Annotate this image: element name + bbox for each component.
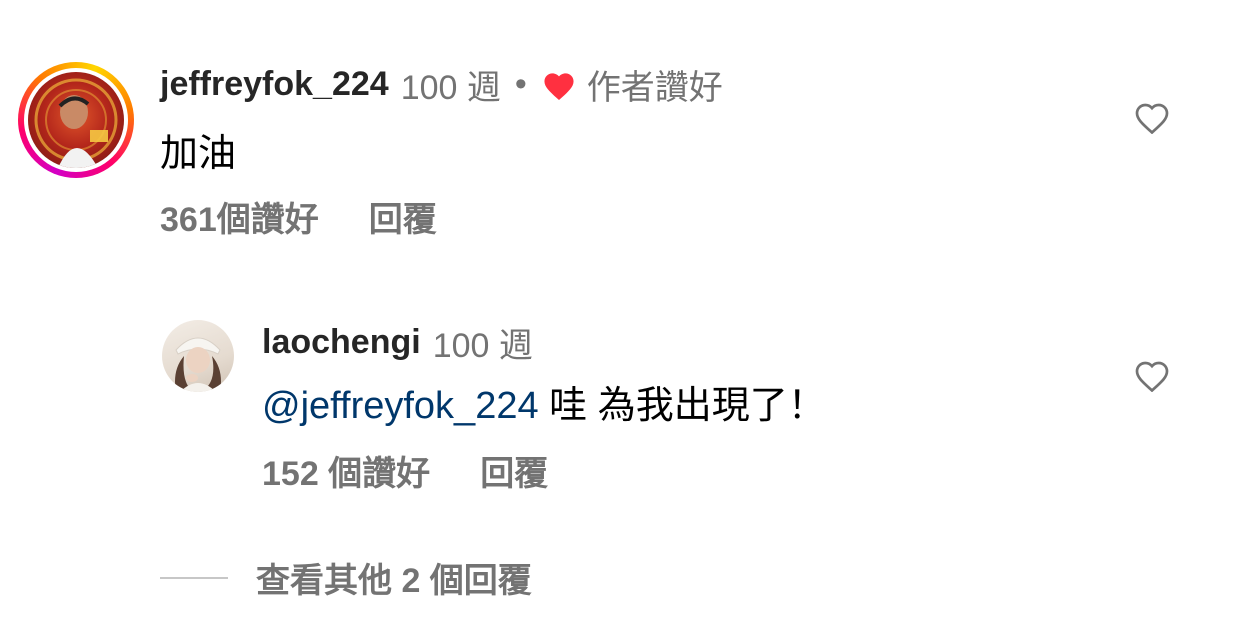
comment-actions: 361個讚好 回覆 bbox=[160, 192, 437, 241]
heart-outline-icon[interactable] bbox=[1132, 355, 1172, 395]
comments-thread: jeffreyfok_224 100 週 • 作者讚好 加油 361個讚好 回覆 bbox=[0, 0, 1242, 640]
reply-text-body: 哇 為我出現了！ bbox=[538, 385, 826, 427]
comment-username[interactable]: jeffreyfok_224 bbox=[160, 65, 389, 104]
reply-username[interactable]: laochengi bbox=[262, 323, 421, 362]
comment-reply-button[interactable]: 回覆 bbox=[369, 192, 437, 241]
comment-header: jeffreyfok_224 100 週 • 作者讚好 bbox=[160, 60, 723, 109]
avatar-image bbox=[28, 72, 124, 168]
view-more-replies-button[interactable]: 查看其他 2 個回覆 bbox=[160, 553, 532, 602]
divider-line bbox=[160, 576, 228, 579]
reply-text: @jeffreyfok_224 哇 為我出現了！ bbox=[262, 374, 826, 429]
reply-avatar[interactable] bbox=[162, 320, 234, 392]
view-more-replies-label: 查看其他 2 個回覆 bbox=[256, 562, 532, 600]
comment-timestamp[interactable]: 100 週 bbox=[401, 60, 501, 109]
reply-timestamp[interactable]: 100 週 bbox=[433, 318, 533, 367]
reply-header: laochengi 100 週 bbox=[262, 318, 533, 367]
reply-reply-button[interactable]: 回覆 bbox=[480, 446, 548, 495]
mention-link[interactable]: @jeffreyfok_224 bbox=[262, 385, 539, 427]
filled-heart-icon bbox=[541, 68, 577, 102]
comment-text: 加油 bbox=[160, 133, 237, 175]
comment-avatar[interactable] bbox=[18, 62, 134, 178]
author-liked-label: 作者讚好 bbox=[586, 69, 723, 107]
separator-dot: • bbox=[514, 65, 527, 103]
comment-likes-count[interactable]: 361個讚好 bbox=[160, 192, 319, 241]
reply-actions: 152 個讚好 回覆 bbox=[262, 446, 548, 495]
reply-likes-count[interactable]: 152 個讚好 bbox=[262, 446, 430, 495]
heart-outline-icon[interactable] bbox=[1132, 97, 1172, 137]
